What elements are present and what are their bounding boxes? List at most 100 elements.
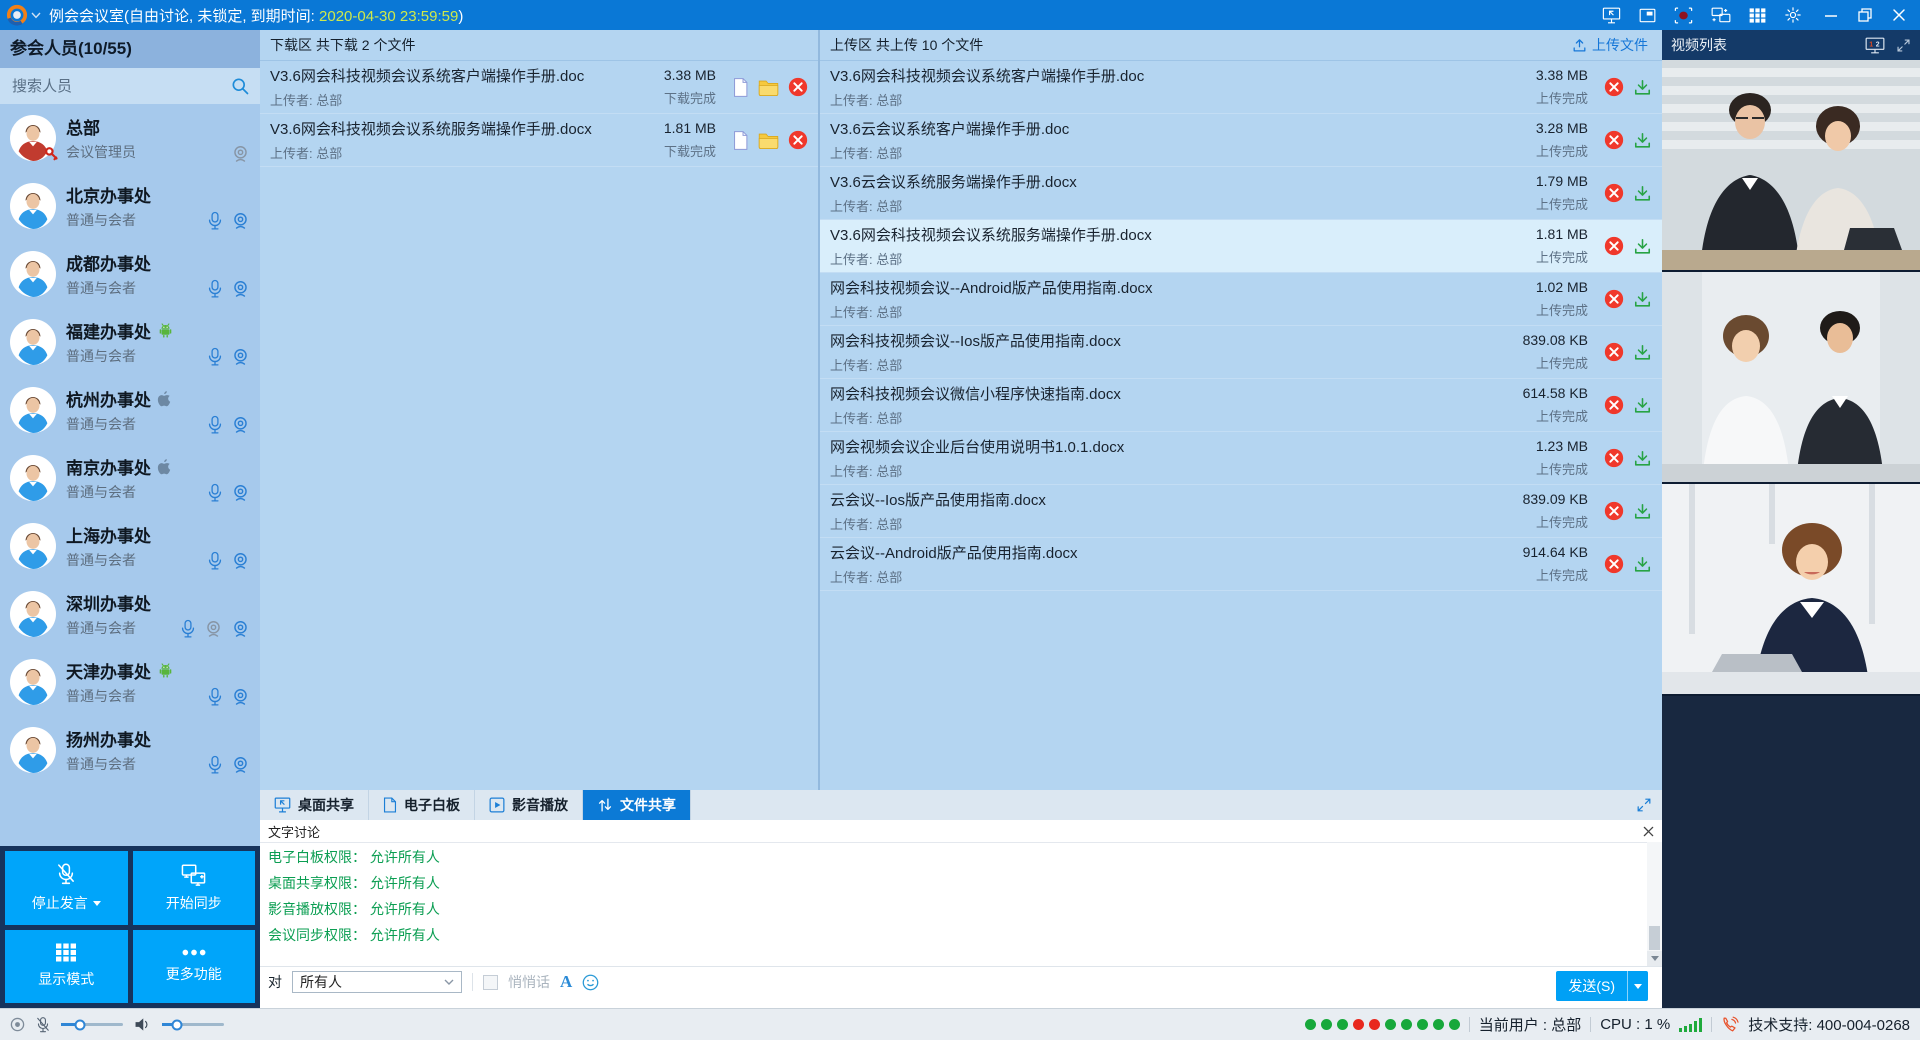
download-icon[interactable] (1633, 502, 1652, 521)
speaker-icon[interactable] (134, 1017, 151, 1032)
video-layout-icon[interactable]: 12 (1865, 37, 1885, 54)
download-icon[interactable] (1633, 555, 1652, 574)
mic-icon[interactable] (207, 210, 223, 231)
download-icon[interactable] (1633, 343, 1652, 362)
doc-file-icon[interactable] (732, 77, 749, 98)
participant-row[interactable]: 深圳办事处普通与会者 (0, 580, 260, 648)
remove-icon[interactable] (1604, 236, 1624, 256)
remove-icon[interactable] (1604, 342, 1624, 362)
font-style-icon[interactable]: A (560, 972, 572, 992)
mic-icon[interactable] (207, 482, 223, 503)
remove-icon[interactable] (1604, 554, 1624, 574)
tab-media-play[interactable]: 影音播放 (475, 790, 583, 820)
stop-speaking-button[interactable]: 停止发言 (5, 851, 128, 925)
webcam-icon[interactable] (231, 347, 250, 366)
minimize-button[interactable] (1824, 8, 1838, 22)
display-mode-button[interactable]: 显示模式 (5, 930, 128, 1004)
maximize-button[interactable] (1858, 8, 1872, 22)
download-file-row[interactable]: V3.6网会科技视频会议系统服务端操作手册.docx上传者: 总部1.81 MB… (260, 114, 818, 167)
mic-muted-icon[interactable] (36, 1016, 50, 1034)
record-icon[interactable] (1674, 7, 1693, 24)
webcam-icon[interactable] (231, 619, 250, 638)
doc-file-icon[interactable] (732, 130, 749, 151)
webcam-icon[interactable] (231, 551, 250, 570)
settings-icon[interactable] (1784, 6, 1802, 24)
video-expand-icon[interactable] (1896, 38, 1911, 53)
webcam-gray-icon[interactable] (204, 619, 223, 638)
participant-row[interactable]: 成都办事处普通与会者 (0, 240, 260, 308)
participant-row[interactable]: 北京办事处普通与会者 (0, 172, 260, 240)
upload-file-row[interactable]: 网会视频会议企业后台使用说明书1.0.1.docx上传者: 总部1.23 MB上… (820, 432, 1662, 485)
speaker-volume-slider[interactable] (162, 1023, 224, 1026)
mic-volume-slider[interactable] (61, 1023, 123, 1026)
emoji-icon[interactable] (582, 974, 599, 991)
mic-icon[interactable] (207, 550, 223, 571)
webcam-icon[interactable] (231, 483, 250, 502)
download-icon[interactable] (1633, 290, 1652, 309)
tab-whiteboard[interactable]: 电子白板 (369, 790, 475, 820)
close-button[interactable] (1892, 8, 1906, 22)
mic-icon[interactable] (207, 278, 223, 299)
remove-icon[interactable] (1604, 130, 1624, 150)
screen-share-icon[interactable] (1602, 7, 1621, 24)
start-sync-button[interactable]: 开始同步 (133, 851, 256, 925)
webcam-icon[interactable] (231, 279, 250, 298)
remove-icon[interactable] (1604, 395, 1624, 415)
remove-icon[interactable] (1604, 501, 1624, 521)
download-file-row[interactable]: V3.6网会科技视频会议系统客户端操作手册.doc上传者: 总部3.38 MB下… (260, 61, 818, 114)
expand-icon[interactable] (1636, 797, 1652, 813)
chat-close-icon[interactable] (1643, 826, 1654, 837)
send-options-chevron-icon[interactable] (1627, 971, 1648, 1001)
mic-icon[interactable] (207, 414, 223, 435)
upload-file-row[interactable]: 网会科技视频会议微信小程序快速指南.docx上传者: 总部614.58 KB上传… (820, 379, 1662, 432)
chat-scrollbar[interactable] (1647, 842, 1662, 966)
upload-file-row[interactable]: V3.6网会科技视频会议系统客户端操作手册.doc上传者: 总部3.38 MB上… (820, 61, 1662, 114)
mic-icon[interactable] (207, 754, 223, 775)
remove-icon[interactable] (788, 77, 808, 97)
upload-file-row[interactable]: V3.6网会科技视频会议系统服务端操作手册.docx上传者: 总部1.81 MB… (820, 220, 1662, 273)
remove-icon[interactable] (1604, 289, 1624, 309)
download-icon[interactable] (1633, 184, 1652, 203)
tab-file-share[interactable]: 文件共享 (583, 790, 691, 820)
participant-row[interactable]: 上海办事处普通与会者 (0, 512, 260, 580)
remove-icon[interactable] (1604, 448, 1624, 468)
webcam-icon[interactable] (231, 211, 250, 230)
window-mode-icon[interactable] (1639, 8, 1656, 23)
mic-icon[interactable] (180, 618, 196, 639)
send-button[interactable]: 发送(S) (1556, 971, 1648, 1001)
webcam-icon[interactable] (231, 415, 250, 434)
webcam-icon[interactable] (231, 687, 250, 706)
remove-icon[interactable] (788, 130, 808, 150)
more-functions-button[interactable]: 更多功能 (133, 930, 256, 1004)
upload-file-row[interactable]: 云会议--Ios版产品使用指南.docx上传者: 总部839.09 KB上传完成 (820, 485, 1662, 538)
mic-icon[interactable] (207, 346, 223, 367)
participant-row[interactable]: 南京办事处普通与会者 (0, 444, 260, 512)
title-menu-chevron-icon[interactable] (31, 12, 41, 19)
grid-icon[interactable] (1749, 8, 1766, 23)
video-thumbnail-2[interactable] (1662, 272, 1920, 484)
tab-desktop-share[interactable]: 桌面共享 (260, 790, 369, 820)
participant-row[interactable]: 扬州办事处普通与会者 (0, 716, 260, 784)
upload-file-row[interactable]: V3.6云会议系统服务端操作手册.docx上传者: 总部1.79 MB上传完成 (820, 167, 1662, 220)
upload-file-row[interactable]: 云会议--Android版产品使用指南.docx上传者: 总部914.64 KB… (820, 538, 1662, 591)
search-input[interactable] (10, 77, 230, 96)
upload-file-row[interactable]: 网会科技视频会议--Android版产品使用指南.docx上传者: 总部1.02… (820, 273, 1662, 326)
net-share-icon[interactable] (1711, 7, 1731, 24)
upload-file-button[interactable]: 上传文件 (1572, 35, 1648, 55)
record-indicator-icon[interactable] (10, 1017, 25, 1032)
participant-row[interactable]: 杭州办事处普通与会者 (0, 376, 260, 444)
upload-file-row[interactable]: V3.6云会议系统客户端操作手册.doc上传者: 总部3.28 MB上传完成 (820, 114, 1662, 167)
download-icon[interactable] (1633, 237, 1652, 256)
download-icon[interactable] (1633, 449, 1652, 468)
scrollbar-thumb[interactable] (1649, 926, 1660, 950)
remove-icon[interactable] (1604, 77, 1624, 97)
download-icon[interactable] (1633, 396, 1652, 415)
download-icon[interactable] (1633, 78, 1652, 97)
participant-row[interactable]: 福建办事处普通与会者 (0, 308, 260, 376)
upload-file-row[interactable]: 网会科技视频会议--Ios版产品使用指南.docx上传者: 总部839.08 K… (820, 326, 1662, 379)
download-icon[interactable] (1633, 131, 1652, 150)
webcam-gray-icon[interactable] (231, 144, 250, 163)
folder-icon[interactable] (758, 132, 779, 149)
mic-icon[interactable] (207, 686, 223, 707)
video-thumbnail-1[interactable] (1662, 60, 1920, 272)
